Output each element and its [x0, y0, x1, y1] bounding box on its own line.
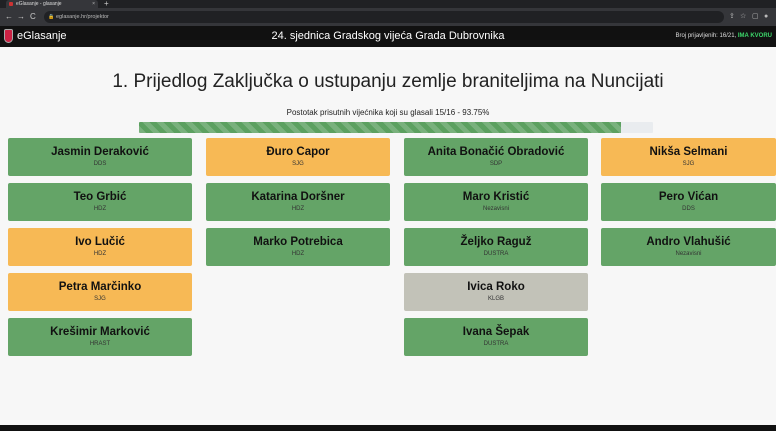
star-icon[interactable]: ☆ — [740, 11, 746, 23]
councillor-party: Nezavisni — [675, 251, 702, 257]
councillor-name: Marko Potrebica — [253, 236, 343, 248]
voting-progress-bar — [139, 122, 653, 133]
councillor-card: Krešimir Marković HRAST — [8, 318, 192, 356]
councillor-card: Petra Marčinko SJG — [8, 273, 192, 311]
councillor-card: Nikša Selmani SJG — [601, 138, 776, 176]
councillor-party: KLGB — [487, 296, 504, 302]
councillor-party: DDS — [682, 206, 695, 212]
councillor-card: Ivana Šepak DUSTRA — [404, 318, 588, 356]
councillor-name: Petra Marčinko — [58, 281, 142, 293]
councillor-party: SJG — [94, 296, 106, 302]
councillor-card: Marko Potrebica HDZ — [206, 228, 390, 266]
back-icon[interactable]: ← — [5, 11, 13, 23]
voting-percentage-text: Postotak prisutnih vijećnika koji su gla… — [286, 108, 490, 117]
councillor-name: Katarina Doršner — [251, 191, 345, 203]
address-bar[interactable]: 🔒 eglasanje.hr/projektor — [44, 11, 724, 23]
councillor-name: Đuro Capor — [266, 146, 330, 158]
councillor-name: Andro Vlahušić — [646, 236, 731, 248]
councillor-name: Maro Kristić — [462, 191, 530, 203]
councillor-card: Željko Raguž DUSTRA — [404, 228, 588, 266]
councillor-party: Nezavisni — [482, 206, 509, 212]
councillor-card: Pero Vićan DDS — [601, 183, 776, 221]
lock-icon: 🔒 — [48, 14, 55, 20]
councillor-name: Anita Bonačić Obradović — [427, 146, 565, 158]
councillor-name: Ivana Šepak — [462, 326, 530, 338]
councillor-party: SDP — [489, 161, 503, 167]
councillor-name: Pero Vićan — [658, 191, 719, 203]
councillor-party: DUSTRA — [483, 251, 509, 257]
councillor-party: SJG — [682, 161, 695, 167]
councillor-card: Jasmin Deraković DDS — [8, 138, 192, 176]
extensions-icon[interactable]: ▢ — [752, 11, 759, 23]
councillor-card: Ivo Lučić HDZ — [8, 228, 192, 266]
profile-icon[interactable]: ● — [764, 11, 768, 23]
browser-toolbar: ← → C 🔒 eglasanje.hr/projektor ⇪ ☆ ▢ ● — [0, 8, 776, 26]
councillor-name: Krešimir Marković — [50, 326, 150, 338]
councillor-party: HRAST — [89, 341, 111, 347]
councillor-card: Katarina Doršner HDZ — [206, 183, 390, 221]
reload-icon[interactable]: C — [30, 11, 36, 23]
councillor-card: Maro Kristić Nezavisni — [404, 183, 588, 221]
councillor-name: Nikša Selmani — [649, 146, 728, 158]
close-tab-icon[interactable]: × — [92, 0, 95, 8]
voting-progress-fill — [139, 122, 621, 133]
councillor-name: Teo Grbić — [73, 191, 127, 203]
councillor-name: Jasmin Deraković — [51, 146, 149, 158]
agenda-item-title: 1. Prijedlog Zaključka o ustupanju zemlj… — [112, 71, 664, 92]
bottom-bar — [0, 425, 776, 431]
new-tab-button[interactable]: + — [104, 0, 109, 8]
session-title: 24. sjednica Gradskog vijeća Grada Dubro… — [271, 30, 505, 42]
councillor-card: Anita Bonačić Obradović SDP — [404, 138, 588, 176]
councillor-card: Andro Vlahušić Nezavisni — [601, 228, 776, 266]
councillor-name: Ivica Roko — [467, 281, 525, 293]
favicon-icon — [9, 2, 13, 6]
councillor-party: HDZ — [291, 206, 305, 212]
councillor-name: Ivo Lučić — [75, 236, 125, 248]
councillor-party: HDZ — [93, 206, 107, 212]
forward-icon[interactable]: → — [17, 11, 25, 23]
councillor-card: Ivica Roko KLGB — [404, 273, 588, 311]
councillor-card: Teo Grbić HDZ — [8, 183, 192, 221]
councillor-party: DUSTRA — [483, 341, 509, 347]
registered-label: Broj prijavljenih: 16/21, — [675, 33, 738, 39]
browser-tab-bar: eGlasanje - glasanje × + — [0, 0, 776, 8]
quorum-status: IMA KVORU — [737, 33, 772, 39]
councillor-name: Željko Raguž — [460, 236, 532, 248]
tab-title: eGlasanje - glasanje — [16, 1, 62, 7]
app-header: eGlasanje 24. sjednica Gradskog vijeća G… — [0, 26, 776, 47]
councillor-party: HDZ — [291, 251, 305, 257]
browser-tab[interactable]: eGlasanje - glasanje × — [6, 0, 98, 8]
councillor-party: HDZ — [93, 251, 107, 257]
share-icon[interactable]: ⇪ — [729, 11, 735, 23]
councillor-party: SJG — [292, 161, 304, 167]
councillor-card: Đuro Capor SJG — [206, 138, 390, 176]
registered-count: Broj prijavljenih: 16/21, IMA KVORU — [676, 26, 773, 47]
councillor-party: DDS — [93, 161, 107, 167]
url-text: eglasanje.hr/projektor — [56, 14, 109, 20]
